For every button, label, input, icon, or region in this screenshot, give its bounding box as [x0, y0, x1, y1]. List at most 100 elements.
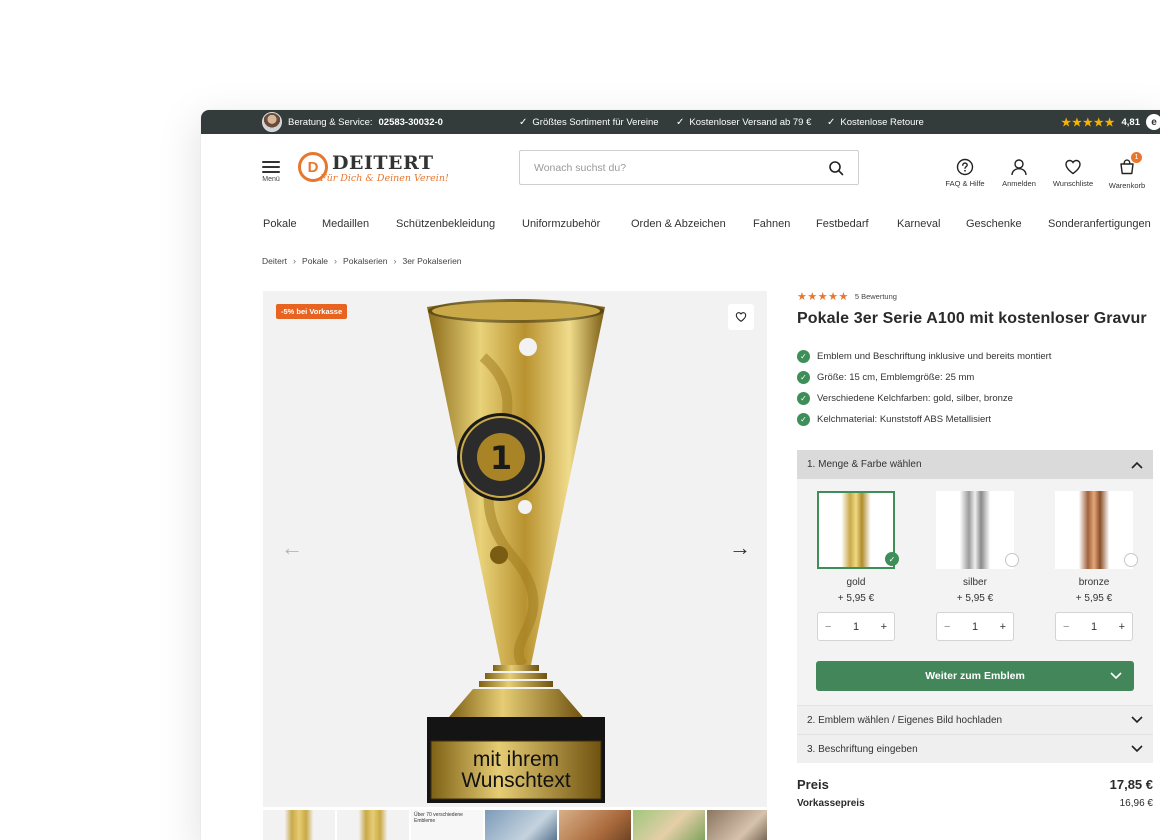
nav-item-geschenke[interactable]: Geschenke: [966, 218, 1048, 230]
minus-icon[interactable]: −: [944, 621, 950, 633]
wishlist-label: Wunschliste: [1052, 179, 1094, 188]
breadcrumb-current: 3er Pokalserien: [402, 256, 462, 266]
review-summary[interactable]: ★★★★★ 5 Bewertung: [797, 290, 1153, 303]
variant-list: ✓ gold + 5,95 € − 1 + silber + 5,95 € − …: [816, 491, 1138, 641]
radio-button[interactable]: [1124, 553, 1138, 567]
faq-icon: [956, 158, 974, 176]
heart-icon: [1065, 159, 1081, 175]
site-logo[interactable]: D DEITERT Für Dich & Deinen Verein!: [298, 150, 449, 190]
cart-button[interactable]: 1 Warenkorb: [1100, 152, 1154, 190]
thumbnail[interactable]: [559, 810, 631, 840]
search-input[interactable]: [534, 161, 828, 174]
cta-label: Weiter zum Emblem: [925, 670, 1025, 682]
variant-price: + 5,95 €: [837, 593, 875, 604]
minus-icon[interactable]: −: [825, 621, 831, 633]
quantity-stepper: − 1 +: [1055, 612, 1133, 641]
chevron-down-icon: [1131, 745, 1143, 753]
next-image-arrow-icon[interactable]: →: [729, 537, 751, 559]
variant-image[interactable]: [1055, 491, 1138, 569]
breadcrumb-item[interactable]: Pokale: [302, 256, 328, 266]
prev-image-arrow-icon[interactable]: ←: [281, 537, 303, 559]
feature-item: ✓ Verschiedene Kelchfarben: gold, silber…: [797, 388, 1153, 409]
radio-button[interactable]: [1005, 553, 1019, 567]
rating-stars: ★★★★★: [1061, 116, 1116, 129]
step3-accordion-header[interactable]: 3. Beschriftung eingeben: [797, 734, 1153, 763]
nav-item-medaillen[interactable]: Medaillen: [322, 218, 396, 230]
service-phone[interactable]: 02583-30032-0: [379, 117, 443, 128]
nav-item-karneval[interactable]: Karneval: [897, 218, 966, 230]
nav-item-schuetzenbekleidung[interactable]: Schützenbekleidung: [396, 218, 522, 230]
login-button[interactable]: Anmelden: [992, 158, 1046, 190]
review-stars: ★★★★★: [797, 291, 849, 303]
feature-item: ✓ Emblem und Beschriftung inklusive und …: [797, 346, 1153, 367]
faq-label: FAQ & Hilfe: [945, 179, 985, 188]
variant-silber[interactable]: silber + 5,95 € − 1 +: [935, 491, 1019, 641]
feature-item: ✓ Größe: 15 cm, Emblemgröße: 25 mm: [797, 367, 1153, 388]
thumbnail-caption: Über 70 verschiedene Embleme: [414, 812, 463, 824]
faq-button[interactable]: FAQ & Hilfe: [938, 158, 992, 190]
shop-rating[interactable]: ★★★★★ 4,81 e: [1061, 110, 1160, 134]
feature-item: ✓ Kelchmaterial: Kunststoff ABS Metallis…: [797, 409, 1153, 430]
cart-label: Warenkorb: [1108, 181, 1146, 190]
search-icon[interactable]: [828, 160, 844, 176]
step2-accordion-header[interactable]: 2. Emblem wählen / Eigenes Bild hochlade…: [797, 705, 1153, 734]
usp-label: Kostenlose Retoure: [840, 116, 924, 128]
variant-image[interactable]: ✓: [817, 491, 899, 569]
variant-name: bronze: [1078, 577, 1110, 588]
advisor-avatar: [262, 112, 282, 132]
wishlist-button[interactable]: Wunschliste: [1046, 158, 1100, 190]
usp-item: ✓ Kostenlose Retoure: [827, 110, 924, 134]
feature-list: ✓ Emblem und Beschriftung inklusive und …: [797, 346, 1153, 430]
thumbnail[interactable]: [485, 810, 557, 840]
variant-price: + 5,95 €: [1075, 593, 1113, 604]
variant-gold[interactable]: ✓ gold + 5,95 € − 1 +: [816, 491, 899, 641]
quantity-stepper: − 1 +: [817, 612, 895, 641]
service-contact[interactable]: Beratung & Service: 02583-30032-0: [262, 110, 443, 134]
quantity-value[interactable]: 1: [972, 621, 978, 633]
header-actions: FAQ & Hilfe Anmelden Wunschliste 1 Waren…: [938, 152, 1154, 190]
usp-label: Kostenloser Versand ab 79 €: [689, 116, 812, 128]
feature-text: Größe: 15 cm, Emblemgröße: 25 mm: [817, 372, 975, 383]
menu-label: Menü: [262, 176, 280, 183]
check-circle-icon: ✓: [797, 392, 810, 405]
selected-check-icon[interactable]: ✓: [885, 552, 899, 566]
site-header: Menü D DEITERT Für Dich & Deinen Verein!…: [201, 134, 1160, 202]
nav-item-pokale[interactable]: Pokale: [263, 218, 322, 230]
thumbnail[interactable]: Über 70 verschiedene Embleme: [411, 810, 483, 840]
plate-line-2: Wunschtext: [461, 769, 571, 792]
plus-icon[interactable]: +: [1000, 621, 1006, 633]
plus-icon[interactable]: +: [1119, 621, 1125, 633]
thumbnail[interactable]: [337, 810, 409, 840]
plus-icon[interactable]: +: [881, 621, 887, 633]
nav-item-sonderanfertigungen[interactable]: Sonderanfertigungen: [1048, 218, 1151, 230]
continue-to-emblem-button[interactable]: Weiter zum Emblem: [816, 661, 1134, 691]
add-to-wishlist-button[interactable]: [728, 304, 754, 330]
nav-item-orden[interactable]: Orden & Abzeichen: [631, 218, 753, 230]
product-configurator: 1. Menge & Farbe wählen ✓ gold + 5,95 € …: [797, 450, 1153, 763]
product-details: ★★★★★ 5 Bewertung Pokale 3er Serie A100 …: [797, 290, 1153, 809]
breadcrumb-item[interactable]: Pokalserien: [343, 256, 387, 266]
variant-bronze[interactable]: bronze + 5,95 € − 1 +: [1054, 491, 1138, 641]
chevron-right-icon: ›: [393, 256, 397, 266]
minus-icon[interactable]: −: [1063, 621, 1069, 633]
rating-value: 4,81: [1121, 116, 1141, 128]
search-bar: [519, 150, 859, 185]
quantity-value[interactable]: 1: [853, 621, 859, 633]
review-count: 5 Bewertung: [854, 292, 897, 301]
nav-item-fahnen[interactable]: Fahnen: [753, 218, 816, 230]
check-circle-icon: ✓: [797, 371, 810, 384]
thumbnail[interactable]: [633, 810, 705, 840]
breadcrumb: Deitert › Pokale › Pokalserien › 3er Pok…: [262, 256, 462, 266]
menu-button[interactable]: Menü: [262, 158, 280, 183]
breadcrumb-item[interactable]: Deitert: [262, 256, 287, 266]
chevron-right-icon: ›: [293, 256, 297, 266]
nav-item-festbedarf[interactable]: Festbedarf: [816, 218, 897, 230]
thumbnail[interactable]: [263, 810, 335, 840]
chevron-right-icon: ›: [334, 256, 338, 266]
variant-image[interactable]: [936, 491, 1019, 569]
product-title: Pokale 3er Serie A100 mit kostenloser Gr…: [797, 310, 1147, 327]
step1-accordion-header[interactable]: 1. Menge & Farbe wählen: [797, 450, 1153, 479]
thumbnail[interactable]: [707, 810, 767, 840]
nav-item-uniformzubehoer[interactable]: Uniformzubehör: [522, 218, 631, 230]
quantity-value[interactable]: 1: [1091, 621, 1097, 633]
